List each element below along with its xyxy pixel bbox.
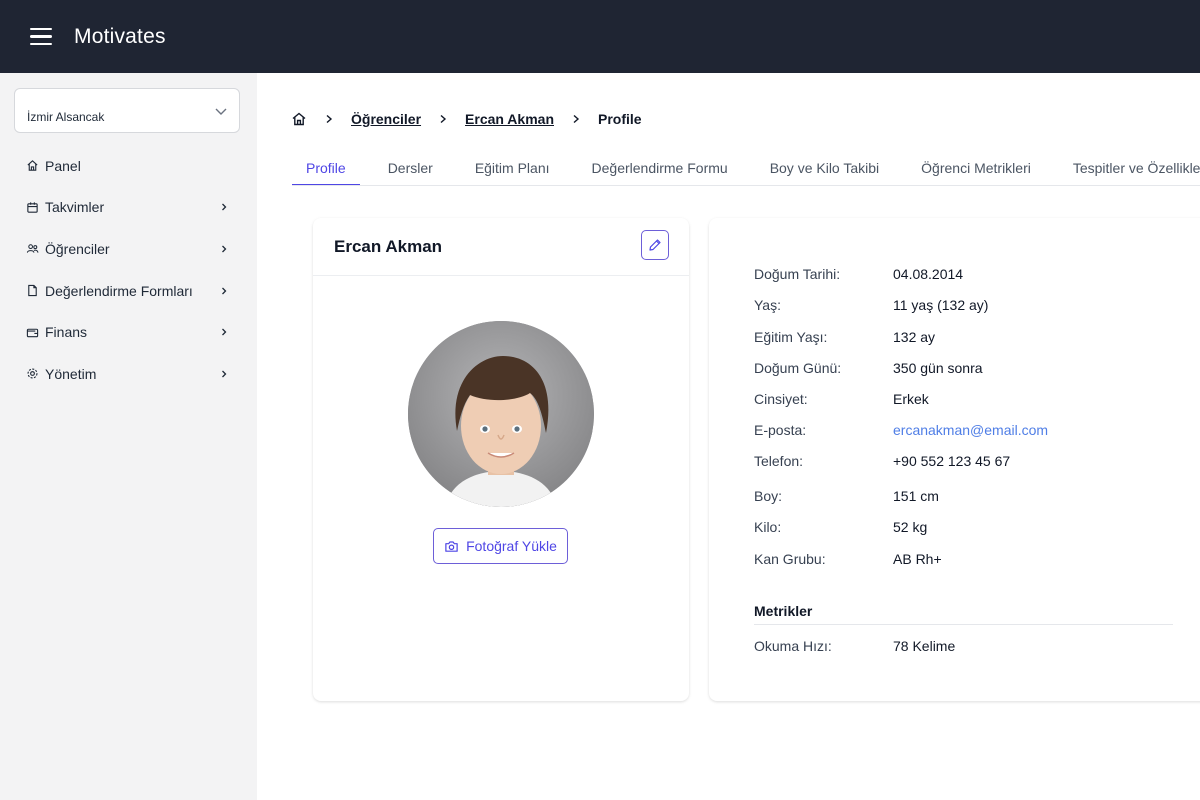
chevron-right-icon <box>438 114 448 124</box>
detail-label: Yaş: <box>754 297 781 313</box>
gear-icon <box>25 367 39 381</box>
top-bar: Motivates <box>0 0 1200 73</box>
detail-row-kilo: Kilo: 52 kg <box>754 519 927 535</box>
upload-photo-button[interactable]: Fotoğraf Yükle <box>433 528 568 564</box>
detail-row-egitim-yasi: Eğitim Yaşı: 132 ay <box>754 329 935 345</box>
edit-profile-button[interactable] <box>641 229 669 260</box>
detail-label: Telefon: <box>754 453 804 469</box>
tab-boy-kilo-takibi[interactable]: Boy ve Kilo Takibi <box>756 153 893 185</box>
sidebar-item-label: Değerlendirme Formları <box>45 282 193 299</box>
detail-value: 350 gün sonra <box>893 360 983 376</box>
sidebar-item-label: Finans <box>45 324 88 341</box>
email-link[interactable]: ercanakman@email.com <box>893 422 1048 438</box>
detail-row-dogum-gunu: Doğum Günü: 350 gün sonra <box>754 360 983 376</box>
users-icon <box>25 242 39 256</box>
tab-profile[interactable]: Profile <box>292 153 360 185</box>
sidebar-item-yonetim[interactable]: Yönetim <box>0 353 257 395</box>
detail-row-yas: Yaş: 11 yaş (132 ay) <box>754 297 988 313</box>
tab-ogrenci-metrikleri[interactable]: Öğrenci Metrikleri <box>907 153 1045 185</box>
tab-egitim-plani[interactable]: Eğitim Planı <box>461 153 564 185</box>
detail-label: Doğum Tarihi: <box>754 266 841 282</box>
menu-icon-line <box>30 42 52 46</box>
sidebar: İzmir Alsancak Panel Takvimler Öğrencile… <box>0 73 257 800</box>
sidebar-item-takvimler[interactable]: Takvimler <box>0 187 257 229</box>
upload-photo-label: Fotoğraf Yükle <box>466 538 557 554</box>
detail-row-cinsiyet: Cinsiyet: Erkek <box>754 391 929 407</box>
detail-label: Cinsiyet: <box>754 391 808 407</box>
detail-value: +90 552 123 45 67 <box>893 453 1011 469</box>
sidebar-item-label: Yönetim <box>45 365 97 382</box>
detail-value: 04.08.2014 <box>893 266 964 282</box>
detail-row-eposta: E-posta: ercanakman@email.com <box>754 422 1048 438</box>
tab-dersler[interactable]: Dersler <box>374 153 447 185</box>
chevron-right-icon <box>222 328 227 336</box>
detail-row-kan-grubu: Kan Grubu: AB Rh+ <box>754 551 942 567</box>
breadcrumb-link-ogrenciler[interactable]: Öğrenciler <box>351 111 421 127</box>
divider <box>754 624 1173 625</box>
pencil-icon <box>649 238 661 251</box>
app-title: Motivates <box>74 24 166 48</box>
detail-label: Kan Grubu: <box>754 551 826 567</box>
metric-row-okuma-hizi: Okuma Hızı: 78 Kelime <box>754 638 955 654</box>
sidebar-item-finans[interactable]: Finans <box>0 311 257 353</box>
detail-row-telefon: Telefon: +90 552 123 45 67 <box>754 453 1010 469</box>
tab-tespitler[interactable]: Tespitler ve Özellikler <box>1059 153 1200 185</box>
detail-label: Kilo: <box>754 519 782 535</box>
sidebar-item-degerlendirme-formlari[interactable]: Değerlendirme Formları <box>0 270 257 312</box>
chevron-down-icon <box>215 108 227 115</box>
detail-label: Doğum Günü: <box>754 360 842 376</box>
menu-icon[interactable] <box>30 24 56 50</box>
detail-row-boy: Boy: 151 cm <box>754 488 939 504</box>
home-icon[interactable] <box>291 111 307 127</box>
profile-card-header: Ercan Akman <box>313 218 689 276</box>
detail-value: 151 cm <box>893 488 939 504</box>
sidebar-item-label: Öğrenciler <box>45 240 110 257</box>
breadcrumb-link-student[interactable]: Ercan Akman <box>465 111 554 127</box>
student-details-card: Doğum Tarihi: 04.08.2014 Yaş: 11 yaş (13… <box>709 218 1200 701</box>
branch-select[interactable]: İzmir Alsancak <box>14 88 240 133</box>
detail-value: 132 ay <box>893 329 936 345</box>
file-icon <box>25 284 39 298</box>
profile-card: Ercan Akman Fotoğraf Yükle <box>313 218 689 701</box>
metrics-section-title: Metrikler <box>754 603 813 619</box>
calendar-icon <box>25 200 39 214</box>
detail-value: 52 kg <box>893 519 928 535</box>
detail-value: AB Rh+ <box>893 551 942 567</box>
chevron-right-icon <box>222 203 227 211</box>
metric-value: 78 Kelime <box>893 638 956 654</box>
detail-value: 11 yaş (132 ay) <box>893 297 989 313</box>
chevron-right-icon <box>324 114 334 124</box>
detail-value: Erkek <box>893 391 929 407</box>
tab-degerlendirme-formu[interactable]: Değerlendirme Formu <box>578 153 742 185</box>
sidebar-item-ogrenciler[interactable]: Öğrenciler <box>0 228 257 270</box>
sidebar-item-label: Panel <box>45 157 81 174</box>
detail-row-dogum-tarihi: Doğum Tarihi: 04.08.2014 <box>754 266 963 282</box>
metric-label: Okuma Hızı: <box>754 638 832 654</box>
chevron-right-icon <box>222 287 227 295</box>
chevron-right-icon <box>222 370 227 378</box>
main-content: Öğrenciler Ercan Akman Profile Profile D… <box>257 73 1200 800</box>
detail-label: E-posta: <box>754 422 807 438</box>
menu-icon-line <box>30 27 52 31</box>
student-photo <box>408 321 594 507</box>
home-icon <box>25 159 39 173</box>
student-name: Ercan Akman <box>334 236 443 256</box>
chevron-right-icon <box>571 114 581 124</box>
camera-icon <box>445 540 458 552</box>
menu-icon-line <box>30 35 52 38</box>
breadcrumb-current: Profile <box>598 111 642 127</box>
wallet-icon <box>25 325 39 339</box>
branch-select-value: İzmir Alsancak <box>27 109 105 124</box>
detail-label: Boy: <box>754 488 783 504</box>
sidebar-item-panel[interactable]: Panel <box>0 145 257 187</box>
sidebar-item-label: Takvimler <box>45 199 105 216</box>
sidebar-nav: Panel Takvimler Öğrenciler Değerlendirme… <box>0 145 257 395</box>
profile-tabs: Profile Dersler Eğitim Planı Değerlendir… <box>292 153 1200 186</box>
breadcrumb: Öğrenciler Ercan Akman Profile <box>291 109 642 129</box>
chevron-right-icon <box>222 245 227 253</box>
detail-label: Eğitim Yaşı: <box>754 329 828 345</box>
